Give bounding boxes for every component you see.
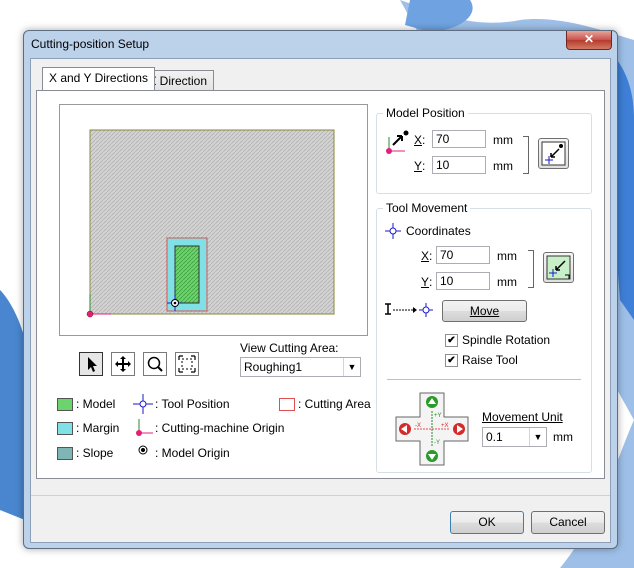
separator	[387, 379, 581, 380]
cutting-origin-icon	[136, 419, 153, 436]
model-x-label: X	[414, 133, 423, 147]
tool-x-input[interactable]	[436, 246, 490, 264]
legend-margin: : Margin	[76, 421, 120, 435]
model-x-colon: :	[422, 133, 426, 147]
set-tool-position-button[interactable]	[543, 252, 574, 283]
ok-button[interactable]: OK	[450, 511, 524, 534]
coordinates-label: Coordinates	[406, 224, 471, 238]
legend-cutting-origin: : Cutting-machine Origin	[155, 421, 285, 435]
movement-unit-select[interactable]: 0.1 ▼	[482, 427, 547, 447]
set-model-position-button[interactable]	[538, 138, 569, 169]
jog-plus-y-label: +Y	[434, 413, 442, 419]
title-bar: Cutting-position Setup ✕	[24, 31, 617, 57]
cutting-area-rect	[89, 129, 335, 315]
model-rect	[174, 245, 200, 304]
tool-movement-title: Tool Movement	[383, 201, 471, 215]
model-position-title: Model Position	[383, 106, 468, 120]
model-y-unit: mm	[493, 159, 513, 173]
cutting-area-preview	[59, 104, 368, 336]
dropdown-arrow-icon[interactable]: ▼	[529, 428, 546, 446]
cancel-button[interactable]: Cancel	[531, 511, 605, 534]
tool-x-unit: mm	[497, 249, 517, 263]
movement-unit-value: 0.1	[486, 430, 503, 444]
model-y-input[interactable]	[432, 156, 486, 174]
slope-swatch	[57, 447, 73, 460]
jog-minus-y-label: -Y	[434, 440, 440, 446]
model-y-colon: :	[422, 159, 426, 173]
jog-minus-x-label: -X	[415, 423, 421, 429]
view-cutting-area-label: View Cutting Area:	[240, 341, 339, 355]
legend-model-origin: : Model Origin	[155, 446, 230, 460]
bracket-divider-2	[528, 250, 534, 288]
model-position-icon	[386, 130, 409, 154]
tool-movement-group: Tool Movement Coordinates X : mm Y : mm	[376, 201, 592, 473]
model-origin-icon	[138, 445, 148, 455]
tool-position-icon	[133, 394, 153, 414]
window-title: Cutting-position Setup	[31, 37, 150, 51]
movement-unit-suffix: mm	[553, 430, 573, 444]
jog-plus-x-label: +X	[441, 423, 449, 429]
bracket-divider	[523, 136, 529, 174]
cutting-area-swatch	[279, 398, 295, 411]
fit-view-button[interactable]	[175, 352, 199, 376]
dialog-client-area: X and Y Directions Z Direction View Cutt…	[30, 58, 611, 543]
tool-y-unit: mm	[497, 275, 517, 289]
spindle-rotation-label: Spindle Rotation	[462, 333, 551, 347]
fit-view-icon	[178, 355, 196, 373]
movement-unit-label: Movement Unit	[482, 410, 563, 424]
pan-tool-button[interactable]	[111, 352, 135, 376]
legend-cutting-area: : Cutting Area	[298, 397, 371, 411]
legend-tool-position: : Tool Position	[155, 397, 230, 411]
footer-separator	[31, 495, 610, 496]
tool-move-icon	[385, 303, 433, 317]
model-x-unit: mm	[493, 133, 513, 147]
legend-model: : Model	[76, 397, 116, 411]
cutting-origin-marker	[86, 310, 94, 318]
tool-x-colon: :	[429, 249, 433, 263]
move-button[interactable]: Move	[442, 300, 527, 322]
tool-y-input[interactable]	[436, 272, 490, 290]
legend-slope: : Slope	[76, 446, 114, 460]
tab-x-and-y-directions[interactable]: X and Y Directions	[42, 67, 155, 90]
zoom-icon	[147, 356, 163, 372]
model-position-group: Model Position X : mm Y : mm	[376, 106, 592, 194]
tool-y-colon: :	[429, 275, 433, 289]
model-swatch	[57, 398, 73, 411]
spindle-rotation-checkbox[interactable]: ✔	[445, 334, 458, 347]
coordinates-icon	[385, 223, 401, 239]
tool-y-label: Y	[421, 275, 430, 289]
raise-tool-checkbox[interactable]: ✔	[445, 354, 458, 367]
select-tool-button[interactable]	[79, 352, 103, 376]
tool-x-label: X	[421, 249, 430, 263]
raise-tool-label: Raise Tool	[462, 353, 518, 367]
move-arrows-icon	[115, 356, 131, 372]
set-origin-icon	[541, 141, 566, 166]
move-button-label: Move	[469, 304, 500, 318]
model-y-label: Y	[414, 159, 423, 173]
view-cutting-area-select[interactable]: Roughing1 ▼	[240, 357, 361, 377]
margin-swatch	[57, 422, 73, 435]
dropdown-arrow-icon[interactable]: ▼	[343, 358, 360, 376]
jog-pad: +Y -Y -X +X	[395, 392, 469, 466]
close-button[interactable]: ✕	[566, 31, 612, 50]
pointer-icon	[88, 357, 97, 372]
cutting-position-dialog: Cutting-position Setup ✕ X and Y Directi…	[23, 30, 618, 549]
model-x-input[interactable]	[432, 130, 486, 148]
tool-to-origin-icon	[546, 255, 571, 280]
zoom-tool-button[interactable]	[143, 352, 167, 376]
tab-panel-xy: View Cutting Area: Roughing1 ▼ : Model :…	[36, 90, 605, 479]
view-cutting-area-value: Roughing1	[244, 360, 303, 374]
